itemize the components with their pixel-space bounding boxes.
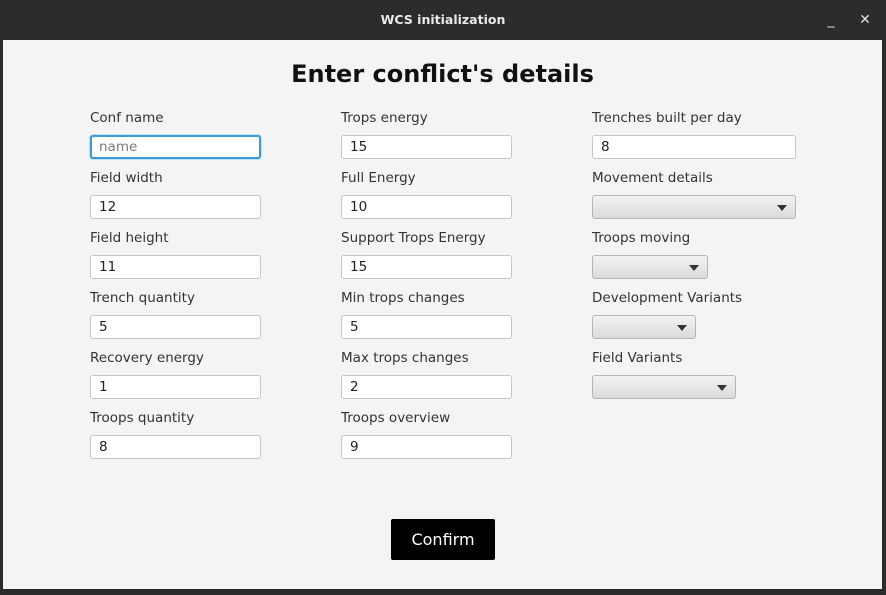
- confirm-button[interactable]: Confirm: [391, 519, 495, 560]
- troops-quantity-input[interactable]: 8: [90, 435, 261, 459]
- min-trops-changes-label: Min trops changes: [341, 290, 465, 306]
- troops-overview-input[interactable]: 9: [341, 435, 512, 459]
- field-width-label: Field width: [90, 170, 163, 186]
- full-energy-label: Full Energy: [341, 170, 416, 186]
- trench-quantity-input[interactable]: 5: [90, 315, 261, 339]
- trops-energy-label: Trops energy: [341, 110, 428, 126]
- close-button[interactable]: ✕: [855, 10, 875, 30]
- chevron-down-icon: [777, 205, 787, 211]
- development-variants-label: Development Variants: [592, 290, 743, 306]
- recovery-energy-input[interactable]: 1: [90, 375, 261, 399]
- max-trops-changes-input[interactable]: 2: [341, 375, 512, 399]
- development-variants-select[interactable]: [592, 315, 696, 339]
- minimize-button[interactable]: _: [821, 10, 841, 30]
- troops-overview-label: Troops overview: [341, 410, 451, 426]
- trench-quantity-label: Trench quantity: [90, 290, 195, 306]
- recovery-energy-label: Recovery energy: [90, 350, 204, 366]
- trenches-per-day-input[interactable]: 8: [592, 135, 796, 159]
- field-height-input[interactable]: 11: [90, 255, 261, 279]
- max-trops-changes-label: Max trops changes: [341, 350, 469, 366]
- chevron-down-icon: [689, 265, 699, 271]
- field-width-input[interactable]: 12: [90, 195, 261, 219]
- form-panel: Enter conflict's details Conf name Field…: [3, 40, 882, 589]
- page-title: Enter conflict's details: [291, 60, 594, 88]
- support-trops-energy-label: Support Trops Energy: [341, 230, 486, 246]
- support-trops-energy-input[interactable]: 15: [341, 255, 512, 279]
- full-energy-input[interactable]: 10: [341, 195, 512, 219]
- chevron-down-icon: [717, 385, 727, 391]
- app-window: WCS initialization _ ✕ Enter conflict's …: [0, 0, 886, 595]
- troops-quantity-label: Troops quantity: [90, 410, 195, 426]
- movement-details-label: Movement details: [592, 170, 713, 186]
- window-title: WCS initialization: [380, 12, 506, 27]
- trops-energy-input[interactable]: 15: [341, 135, 512, 159]
- min-trops-changes-input[interactable]: 5: [341, 315, 512, 339]
- conf-name-input[interactable]: [90, 135, 261, 159]
- field-variants-select[interactable]: [592, 375, 736, 399]
- chevron-down-icon: [677, 325, 687, 331]
- field-variants-label: Field Variants: [592, 350, 683, 366]
- troops-moving-select[interactable]: [592, 255, 708, 279]
- title-bar[interactable]: WCS initialization _ ✕: [0, 0, 886, 40]
- movement-details-select[interactable]: [592, 195, 796, 219]
- trenches-per-day-label: Trenches built per day: [592, 110, 742, 126]
- troops-moving-label: Troops moving: [592, 230, 691, 246]
- field-height-label: Field height: [90, 230, 169, 246]
- conf-name-label: Conf name: [90, 110, 164, 126]
